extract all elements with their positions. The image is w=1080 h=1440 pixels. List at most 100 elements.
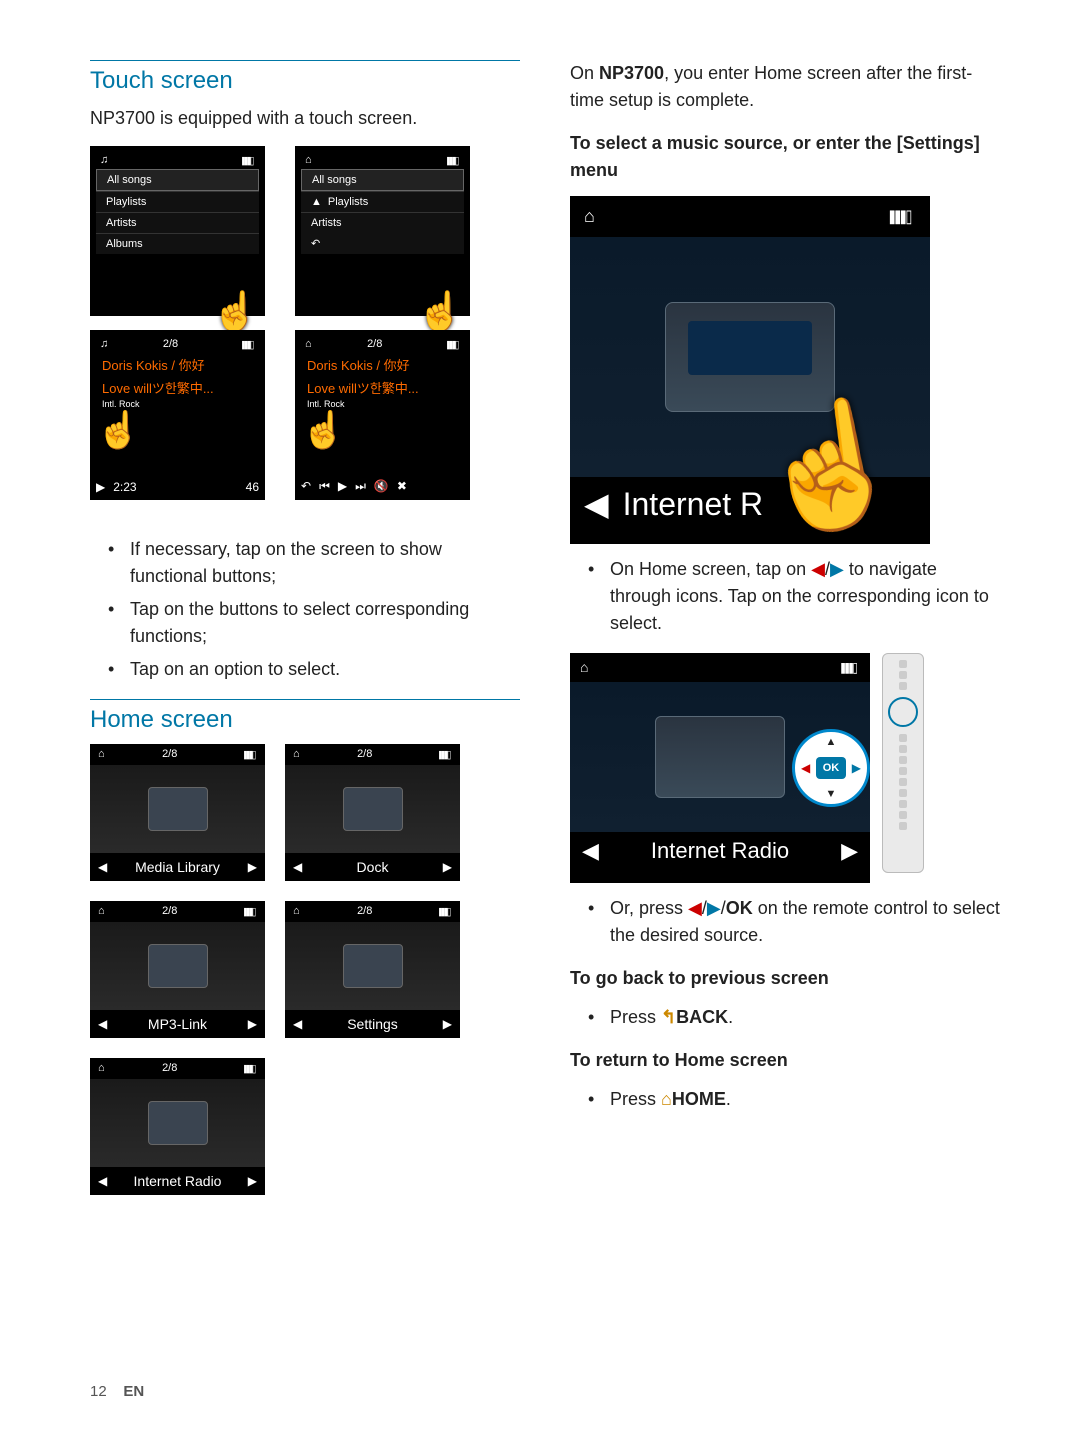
home-icon: ⌂ xyxy=(305,338,312,351)
right-arrow-icon: ▶ xyxy=(707,898,721,918)
ok-button[interactable]: OK xyxy=(816,757,846,779)
list-item[interactable]: Albums xyxy=(96,233,259,254)
list-item[interactable]: Playlists xyxy=(96,191,259,212)
instr-home: Press ⌂HOME. xyxy=(610,1086,1000,1113)
left-arrow-icon[interactable]: ◀ xyxy=(98,1174,107,1188)
home-tile-mp3-link[interactable]: ⌂2/8▮▮▮▯ ◀MP3-Link▶ xyxy=(90,901,265,1038)
instr-1: If necessary, tap on the screen to show … xyxy=(130,536,520,590)
home-tile-settings[interactable]: ⌂ 2/8 ▮▮▮▯ ◀ Settings ▶ xyxy=(285,901,460,1038)
vol-icon[interactable]: 🔇 xyxy=(374,479,389,494)
count-label: 2/8 xyxy=(162,905,177,918)
up-arrow-icon[interactable]: ▲ xyxy=(826,736,837,748)
prev-icon[interactable]: ⏮ xyxy=(319,479,330,494)
signal-icon: ▮▮▮▯ xyxy=(243,905,254,918)
back-icon[interactable]: ↶ xyxy=(301,479,311,494)
right-arrow-icon[interactable]: ▶ xyxy=(443,860,452,874)
right-arrow-icon[interactable]: ▶ xyxy=(841,838,858,864)
duration: 46 xyxy=(246,480,259,494)
home-instructions: Press ⌂HOME. xyxy=(570,1086,1000,1113)
tile-label: Media Library xyxy=(135,859,220,875)
fig-play-a: ♫ 2/8 ▮▮▮▯ Doris Kokis / 你好 Love willツ한繁… xyxy=(90,330,265,500)
instr-back: Press ↰BACK. xyxy=(610,1004,1000,1031)
right-arrow-icon: ▶ xyxy=(830,559,844,579)
count-label: 2/8 xyxy=(162,1062,177,1075)
back-icon[interactable]: ↶ xyxy=(311,238,320,250)
note-icon: ♫ xyxy=(100,154,108,167)
home-icon: ⌂ xyxy=(293,905,300,918)
track-sub: Intl. Rock xyxy=(301,399,464,409)
remote-ok-ring[interactable] xyxy=(888,697,918,727)
home-tile-media-library[interactable]: ⌂2/8▮▮▮▯ ◀Media Library▶ xyxy=(90,744,265,881)
tile-label: MP3-Link xyxy=(148,1016,207,1032)
instr-3: Tap on an option to select. xyxy=(130,656,520,683)
left-arrow-icon: ◀ xyxy=(811,559,825,579)
signal-icon: ▮▮▮▯ xyxy=(243,748,254,761)
signal-icon: ▮▮▮▯ xyxy=(243,1062,254,1075)
home-icon: ⌂ xyxy=(305,154,312,167)
left-arrow-icon[interactable]: ◀ xyxy=(293,1017,302,1031)
left-arrow-icon: ◀ xyxy=(688,898,702,918)
remote-control-icon xyxy=(882,653,924,873)
home-tile-internet-radio[interactable]: ⌂2/8▮▮▮▯ ◀Internet Radio▶ xyxy=(90,1058,265,1195)
signal-icon: ▮▮▮▯ xyxy=(438,748,449,761)
left-arrow-icon[interactable]: ◀ xyxy=(293,860,302,874)
right-arrow-icon[interactable]: ▶ xyxy=(248,1017,257,1031)
back-instructions: Press ↰BACK. xyxy=(570,1004,1000,1031)
list-item[interactable]: Playlists xyxy=(328,196,368,208)
device-icon xyxy=(148,944,208,988)
left-arrow-icon[interactable]: ◀ xyxy=(98,1017,107,1031)
device-icon xyxy=(665,302,835,412)
mute-icon[interactable]: ✖ xyxy=(397,479,407,494)
fig-play-b: ⌂ 2/8 ▮▮▮▯ Doris Kokis / 你好 Love willツ한繁… xyxy=(295,330,470,500)
instr-nav: On Home screen, tap on ◀/▶ to navigate t… xyxy=(610,556,1000,637)
instr-remote: Or, press ◀/▶/OK on the remote control t… xyxy=(610,895,1000,949)
track-title: Doris Kokis / 你好 xyxy=(301,353,464,376)
instr-2: Tap on the buttons to select correspondi… xyxy=(130,596,520,650)
left-arrow-icon[interactable]: ◀ xyxy=(582,838,599,864)
list-item[interactable]: All songs xyxy=(96,169,259,191)
signal-icon: ▮▮▮▯ xyxy=(241,154,252,167)
touch-instructions: If necessary, tap on the screen to show … xyxy=(90,536,520,683)
right-arrow-icon[interactable]: ▶ xyxy=(248,860,257,874)
left-arrow-icon[interactable]: ◀ xyxy=(98,860,107,874)
home-icon[interactable]: ⌂ xyxy=(584,206,595,227)
home-tile-dock[interactable]: ⌂2/8▮▮▮▯ ◀Dock▶ xyxy=(285,744,460,881)
home-icon: ⌂ xyxy=(661,1089,672,1109)
up-icon[interactable]: ▲ xyxy=(311,196,322,208)
home-icon: ⌂ xyxy=(293,748,300,761)
device-icon xyxy=(655,716,785,798)
model-name: NP3700 xyxy=(599,63,664,83)
lang-code: EN xyxy=(123,1383,144,1400)
device-icon xyxy=(148,787,208,831)
tile-label: Internet Radio xyxy=(134,1173,222,1189)
heading-go-back: To go back to previous screen xyxy=(570,965,1000,992)
play-icon[interactable]: ▶ xyxy=(338,479,347,494)
fig-home-big: ⌂ ▮▮▮▯ ☝ ◀ Internet R xyxy=(570,196,930,544)
radio-label: Internet Radio xyxy=(651,838,789,864)
nav-instructions: On Home screen, tap on ◀/▶ to navigate t… xyxy=(570,556,1000,637)
play-icon[interactable]: ▶ xyxy=(96,480,105,494)
track-sub: Intl. Rock xyxy=(96,399,259,409)
device-icon xyxy=(343,787,403,831)
list-item[interactable]: All songs xyxy=(301,169,464,191)
down-arrow-icon[interactable]: ▼ xyxy=(826,788,837,800)
fig-list-b: ⌂ ▮▮▮▯ All songs ▲Playlists Artists ↶ ☝ xyxy=(295,146,470,316)
next-icon[interactable]: ⏭ xyxy=(355,479,366,494)
pointing-hand-icon: ☝ xyxy=(212,290,259,334)
list-item[interactable]: Artists xyxy=(301,212,464,233)
right-arrow-icon[interactable]: ▶ xyxy=(443,1017,452,1031)
device-icon xyxy=(148,1101,208,1145)
signal-icon: ▮▮▮▯ xyxy=(889,206,911,227)
touch-list-figures: ♫ ▮▮▮▯ All songs Playlists Artists Album… xyxy=(90,146,520,316)
signal-icon: ▮▮▮▯ xyxy=(438,905,449,918)
fig-radio-remote: ⌂ ▮▮▮▯ ◀ Internet Radio ▶ ▲ OK ▼ xyxy=(570,653,1000,883)
track-title-2: Love willツ한繁中... xyxy=(96,376,259,399)
count-label: 2/8 xyxy=(357,905,372,918)
right-column: On NP3700, you enter Home screen after t… xyxy=(570,60,1000,1195)
list-item[interactable]: Artists xyxy=(96,212,259,233)
home-icon[interactable]: ⌂ xyxy=(580,659,588,676)
left-arrow-icon[interactable]: ◀ xyxy=(584,485,609,523)
left-column: Touch screen NP3700 is equipped with a t… xyxy=(90,60,520,1195)
tile-label: Settings xyxy=(347,1016,398,1032)
right-arrow-icon[interactable]: ▶ xyxy=(248,1174,257,1188)
